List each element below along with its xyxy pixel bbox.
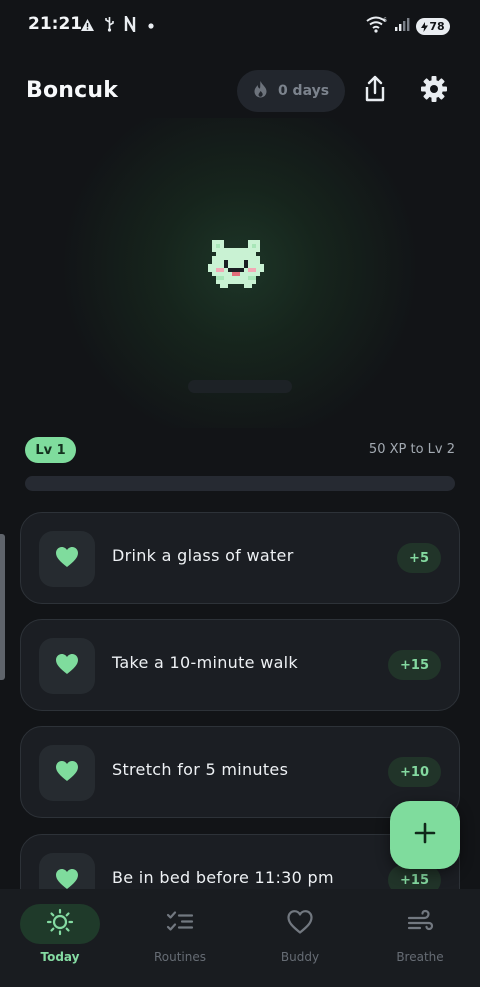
level-badge: Lv 1 (25, 437, 76, 463)
pet-shadow (188, 380, 292, 393)
warning-icon (80, 17, 95, 36)
streak-label: 0 days (277, 83, 330, 99)
usb-icon (104, 16, 115, 36)
bottom-nav: Today Routines Buddy Breathe (0, 889, 480, 987)
heart-icon (55, 546, 79, 572)
app-header: Boncuk 0 days (0, 70, 480, 114)
add-task-button[interactable] (390, 801, 460, 869)
edge-handle[interactable] (0, 534, 5, 680)
checklist-icon (166, 909, 194, 939)
task-icon-box[interactable] (39, 853, 95, 889)
task-label: Drink a glass of water (112, 546, 294, 565)
pixel-pet-icon[interactable] (208, 236, 264, 292)
gear-icon (420, 75, 448, 107)
pet-area[interactable] (0, 118, 480, 428)
wifi-icon: 6 (366, 16, 388, 37)
xp-progress-bar (25, 476, 455, 491)
nav-icon-wrap (380, 904, 460, 944)
xp-chip: +5 (397, 543, 441, 573)
xp-chip: +15 (388, 650, 441, 680)
xp-chip: +10 (388, 757, 441, 787)
status-icons-left (80, 12, 157, 36)
task-label: Be in bed before 11:30 pm (112, 868, 334, 887)
task-icon-box[interactable] (39, 638, 95, 694)
wind-icon (406, 909, 434, 939)
task-label: Stretch for 5 minutes (112, 760, 289, 779)
nav-item-breathe[interactable]: Breathe (360, 889, 480, 987)
status-time: 21:21 (28, 14, 83, 34)
heart-icon (55, 868, 79, 889)
nav-label: Today (40, 950, 80, 964)
signal-icon (394, 17, 410, 36)
task-card[interactable]: Take a 10-minute walk +15 (20, 619, 460, 711)
page-title: Boncuk (26, 78, 119, 103)
sun-icon (46, 908, 74, 940)
dot-icon (145, 17, 157, 36)
nav-label: Breathe (396, 950, 444, 964)
task-icon-box[interactable] (39, 745, 95, 801)
nav-item-buddy[interactable]: Buddy (240, 889, 360, 987)
nav-icon-wrap (140, 904, 220, 944)
plus-icon (414, 822, 436, 848)
status-bar: 21:21 6 78 (0, 0, 480, 52)
nav-item-routines[interactable]: Routines (120, 889, 240, 987)
n-icon (124, 12, 136, 36)
heart-icon (55, 653, 79, 679)
status-icons-right: 6 78 (366, 16, 450, 37)
share-button[interactable] (359, 75, 391, 107)
nav-icon-wrap (260, 904, 340, 944)
task-card[interactable]: Drink a glass of water +5 (20, 512, 460, 604)
heart-icon (55, 760, 79, 786)
nav-label: Routines (153, 950, 207, 964)
task-card[interactable]: Stretch for 5 minutes +10 (20, 726, 460, 818)
flame-icon (253, 80, 268, 102)
share-icon (363, 75, 387, 107)
nav-icon-wrap (20, 904, 100, 944)
battery-level: 78 (429, 20, 445, 33)
svg-text:6: 6 (383, 17, 387, 24)
xp-to-next-label: 50 XP to Lv 2 (368, 442, 455, 457)
nav-label: Buddy (280, 950, 320, 964)
heart-outline-icon (286, 909, 314, 939)
task-label: Take a 10-minute walk (112, 653, 298, 672)
settings-button[interactable] (418, 75, 450, 107)
task-icon-box[interactable] (39, 531, 95, 587)
battery-icon: 78 (416, 18, 450, 35)
streak-pill[interactable]: 0 days (237, 70, 345, 112)
nav-item-today[interactable]: Today (0, 889, 120, 987)
